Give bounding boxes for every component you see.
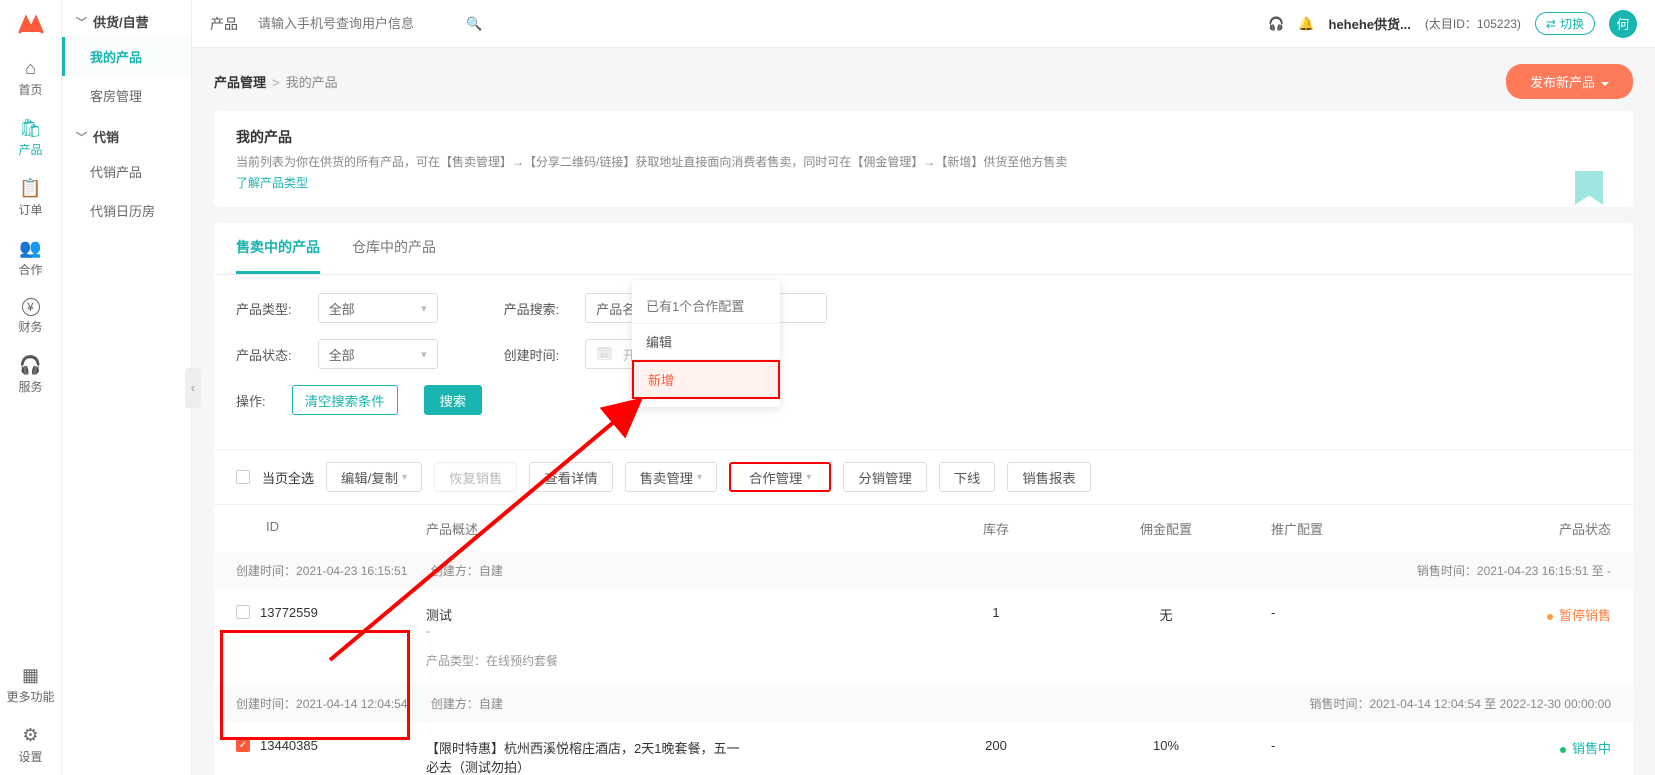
col-stock: 库存 bbox=[931, 519, 1061, 538]
rail-service[interactable]: 🎧服务 bbox=[0, 345, 61, 405]
topbar-title: 产品 bbox=[210, 14, 238, 34]
sale-manage-button[interactable]: 售卖管理▾ bbox=[625, 462, 717, 492]
col-summary: 产品概述 bbox=[426, 519, 931, 538]
row-id: 13772559 bbox=[260, 605, 318, 620]
row-id: 13440385 bbox=[260, 738, 318, 753]
sidebar-item-distproducts[interactable]: 代销产品 bbox=[62, 152, 191, 191]
sidebar-item-rooms[interactable]: 客房管理 bbox=[62, 76, 191, 115]
rail-product[interactable]: 🛍产品 bbox=[0, 108, 61, 168]
tab-warehouse[interactable]: 仓库中的产品 bbox=[352, 223, 436, 274]
row-checkbox[interactable] bbox=[236, 605, 250, 619]
col-status: 产品状态 bbox=[1441, 519, 1611, 538]
topbar: 产品 🔍 🎧 🔔 hehehe供货... (太目ID：105223) ⇄切换 何 bbox=[192, 0, 1655, 48]
row-promo: - bbox=[1271, 738, 1441, 753]
rail-settings[interactable]: ⚙设置 bbox=[0, 715, 61, 775]
edit-copy-button[interactable]: 编辑/复制▾ bbox=[326, 462, 422, 492]
filter-type-label: 产品类型: bbox=[236, 299, 292, 318]
clear-filters-button[interactable]: 清空搜索条件 bbox=[292, 385, 398, 415]
row-checkbox[interactable]: ✓ bbox=[236, 738, 250, 752]
select-all-label: 当页全选 bbox=[262, 468, 314, 487]
row-commission: 10% bbox=[1061, 738, 1271, 753]
filter-status-label: 产品状态: bbox=[236, 345, 292, 364]
offline-button[interactable]: 下线 bbox=[939, 462, 996, 492]
popover-edit[interactable]: 编辑 bbox=[632, 324, 780, 360]
user-id: (太目ID：105223) bbox=[1425, 15, 1521, 32]
switch-user-button[interactable]: ⇄切换 bbox=[1535, 12, 1595, 35]
search-button[interactable]: 搜索 bbox=[424, 385, 483, 415]
col-promo: 推广配置 bbox=[1271, 519, 1441, 538]
table-row: 13772559 测试 - 产品类型：在线预约套餐 1 无 - 暂停销售 bbox=[214, 589, 1633, 685]
row-stock: 1 bbox=[931, 605, 1061, 620]
logo bbox=[0, 0, 61, 48]
learn-product-types-link[interactable]: 了解产品类型 bbox=[236, 176, 308, 190]
view-detail-button[interactable]: 查看详情 bbox=[529, 462, 612, 492]
partner-popover: 已有1个合作配置 编辑 新增 bbox=[632, 280, 780, 407]
row-commission: 无 bbox=[1061, 605, 1271, 624]
sidebar-group-distribution[interactable]: ﹀代销 bbox=[62, 115, 191, 152]
distribution-button[interactable]: 分销管理 bbox=[843, 462, 926, 492]
col-id: ID bbox=[236, 519, 426, 538]
rail-order[interactable]: 📋订单 bbox=[0, 168, 61, 228]
tab-selling[interactable]: 售卖中的产品 bbox=[236, 223, 320, 274]
global-search-input[interactable] bbox=[258, 16, 458, 31]
select-all-checkbox[interactable] bbox=[236, 470, 250, 484]
rail-more[interactable]: ▦更多功能 bbox=[0, 655, 61, 715]
publish-product-button[interactable]: 发布新产品 bbox=[1506, 64, 1633, 99]
sidebar-item-distrooms[interactable]: 代销日历房 bbox=[62, 191, 191, 230]
rail-home[interactable]: ⌂首页 bbox=[0, 48, 61, 108]
popover-add[interactable]: 新增 bbox=[632, 360, 780, 399]
rail-finance[interactable]: ¥财务 bbox=[0, 288, 61, 345]
row-stock: 200 bbox=[931, 738, 1061, 753]
breadcrumb: 产品管理>我的产品 bbox=[214, 72, 338, 91]
filter-type-select[interactable]: 全部▾ bbox=[318, 293, 438, 323]
filter-status-select[interactable]: 全部▾ bbox=[318, 339, 438, 369]
group-row: 创建时间：2021-04-14 12:04:54 创建方：自建 销售时间：202… bbox=[214, 685, 1633, 722]
search-icon[interactable]: 🔍 bbox=[466, 16, 482, 32]
avatar[interactable]: 何 bbox=[1609, 10, 1637, 38]
row-status: 销售中 bbox=[1441, 738, 1611, 757]
restore-button[interactable]: 恢复销售 bbox=[434, 462, 517, 492]
group-row: 创建时间：2021-04-23 16:15:51 创建方：自建 销售时间：202… bbox=[214, 552, 1633, 589]
bookmark-icon bbox=[1575, 171, 1603, 205]
col-commission: 佣金配置 bbox=[1061, 519, 1271, 538]
sales-report-button[interactable]: 销售报表 bbox=[1007, 462, 1090, 492]
partner-manage-button[interactable]: 合作管理▾ bbox=[729, 462, 831, 492]
row-promo: - bbox=[1271, 605, 1441, 620]
sidebar-group-supply[interactable]: ﹀供货/自营 bbox=[62, 0, 191, 37]
headset-icon[interactable]: 🎧 bbox=[1268, 16, 1284, 32]
filter-op-label: 操作: bbox=[236, 391, 266, 410]
filter-search-label: 产品搜索: bbox=[504, 299, 560, 318]
nav-rail: ⌂首页 🛍产品 📋订单 👥合作 ¥财务 🎧服务 ▦更多功能 ⚙设置 bbox=[0, 0, 62, 775]
row-title: 测试 bbox=[426, 605, 931, 624]
table-row: ✓ 13440385 【限时特惠】杭州西溪悦榕庄酒店，2天1晚套餐，五一必去（测… bbox=[214, 722, 1633, 775]
panel-desc: 当前列表为你在供货的所有产品，可在【售卖管理】→【分享二维码/链接】获取地址直接… bbox=[236, 153, 1611, 170]
bell-icon[interactable]: 🔔 bbox=[1298, 16, 1314, 32]
row-title: 【限时特惠】杭州西溪悦榕庄酒店，2天1晚套餐，五一必去（测试勿拍） bbox=[426, 738, 746, 775]
filter-time-label: 创建时间: bbox=[504, 345, 560, 364]
user-name: hehehe供货... bbox=[1329, 14, 1411, 33]
rail-partner[interactable]: 👥合作 bbox=[0, 228, 61, 288]
popover-head: 已有1个合作配置 bbox=[632, 288, 780, 324]
sidebar: ﹀供货/自营 我的产品 客房管理 ﹀代销 代销产品 代销日历房 ‹ bbox=[62, 0, 192, 775]
sidebar-item-myproducts[interactable]: 我的产品 bbox=[62, 37, 191, 76]
row-status: 暂停销售 bbox=[1441, 605, 1611, 624]
panel-title: 我的产品 bbox=[236, 127, 1611, 147]
